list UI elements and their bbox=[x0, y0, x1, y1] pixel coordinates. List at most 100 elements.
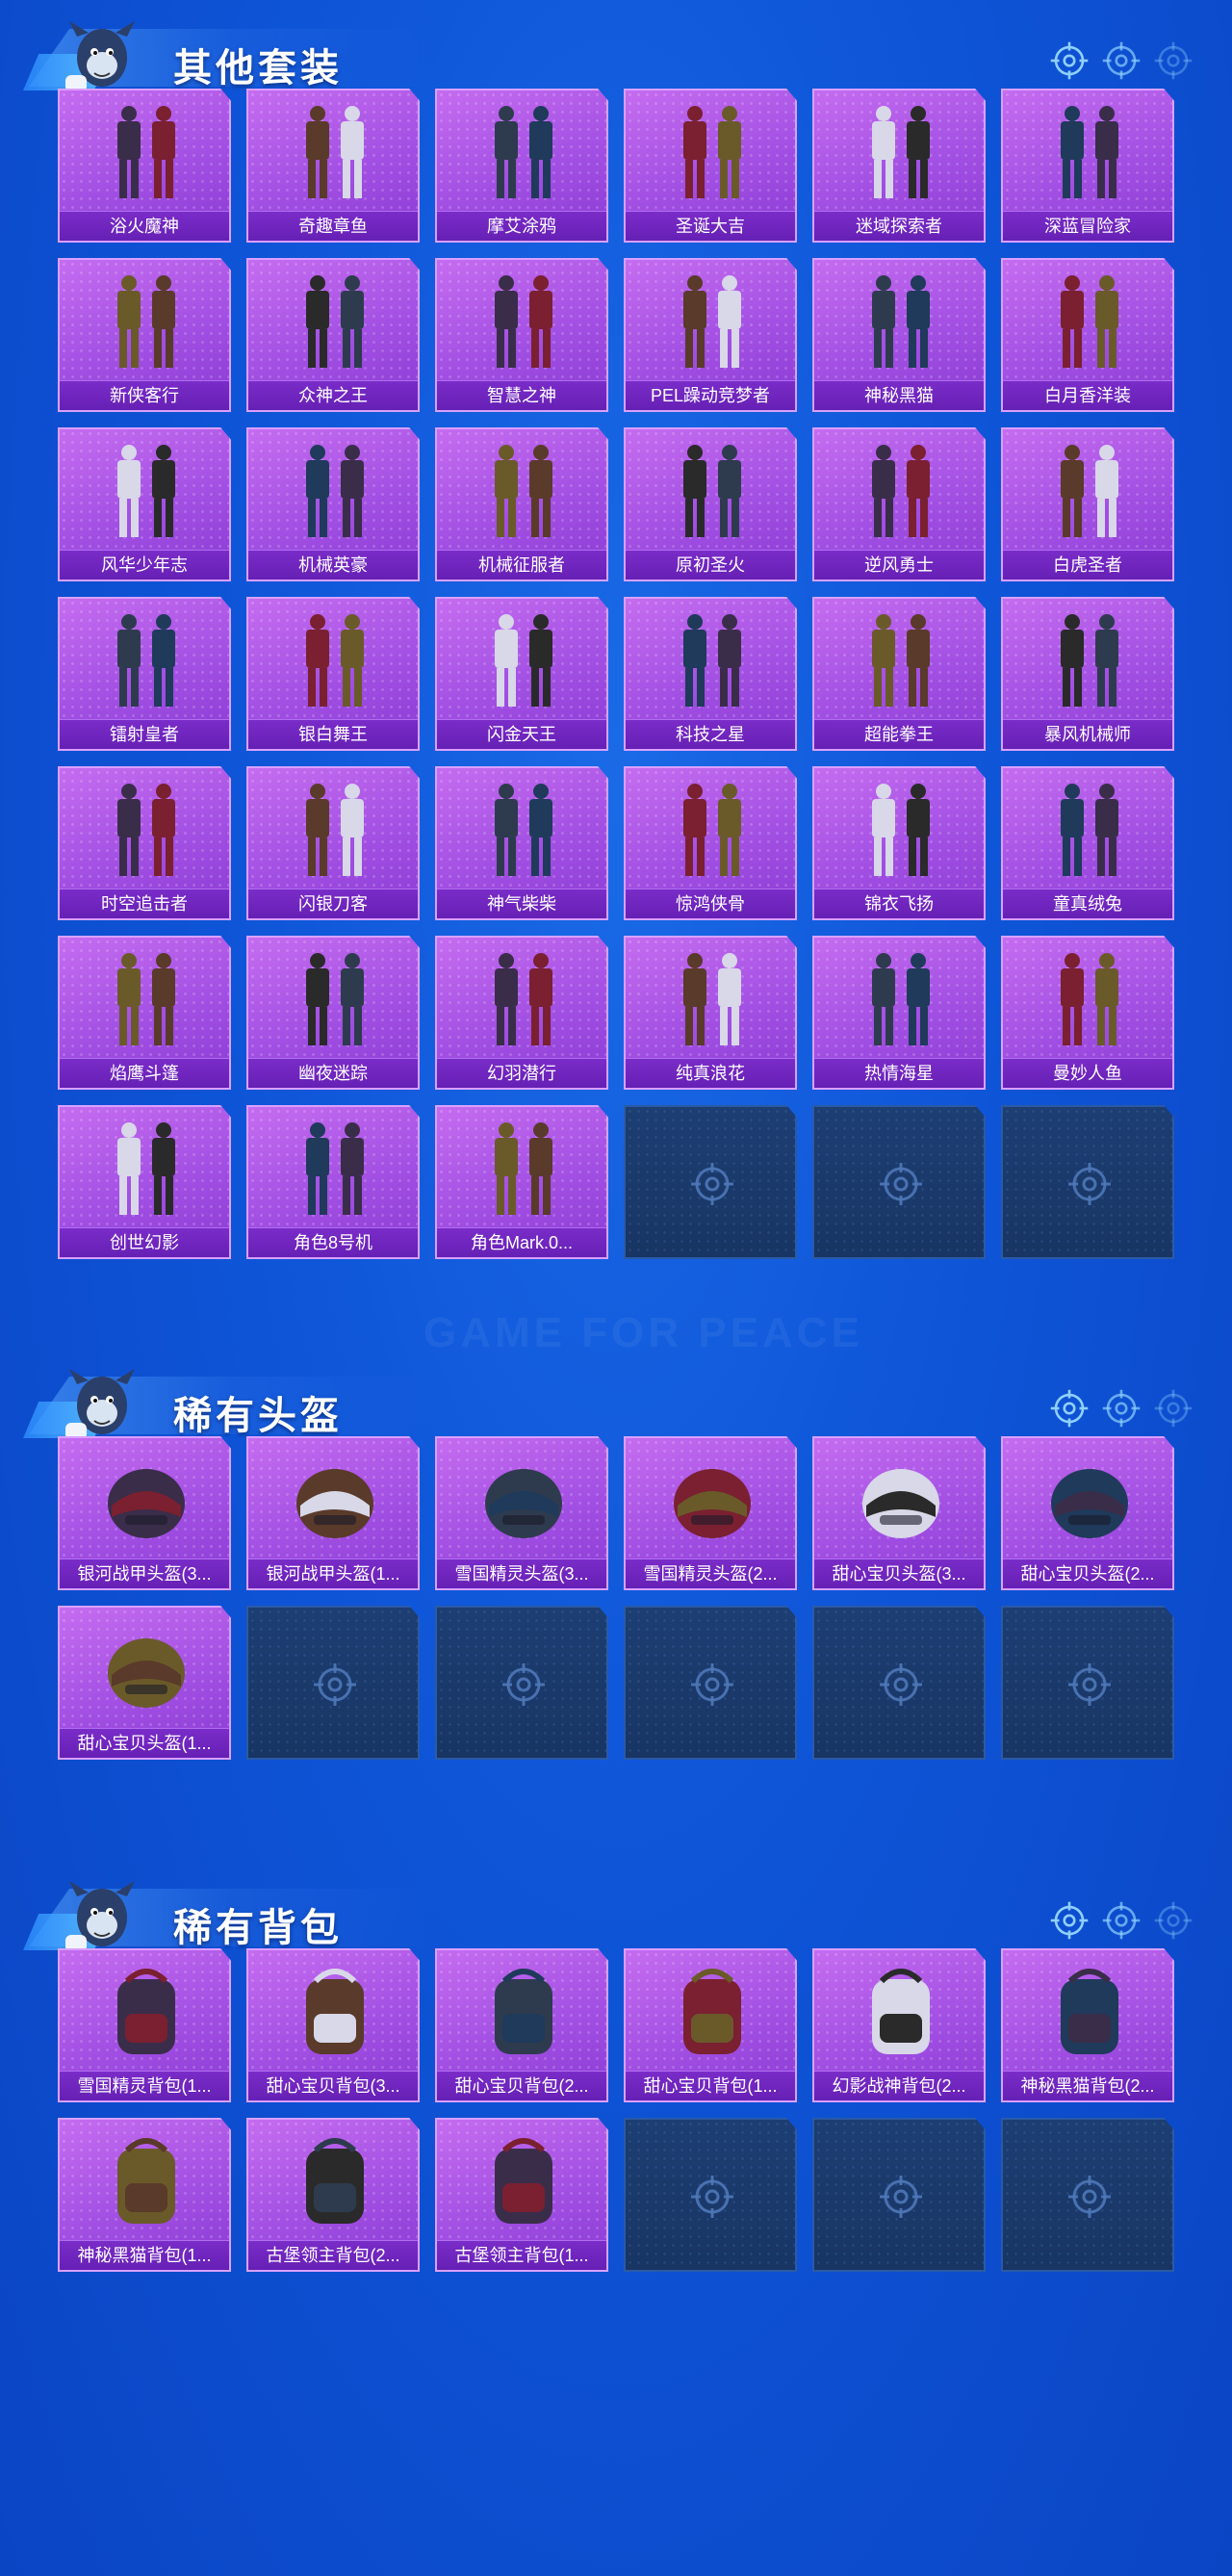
item-card[interactable]: 幽夜迷踪 bbox=[246, 936, 420, 1090]
item-card[interactable]: 神气柴柴 bbox=[435, 766, 608, 920]
item-card[interactable]: 镭射皇者 bbox=[58, 597, 231, 751]
item-card[interactable]: 白月香洋装 bbox=[1001, 258, 1174, 412]
item-card[interactable]: 角色Mark.0... bbox=[435, 1105, 608, 1259]
crosshair-icons bbox=[1049, 40, 1194, 81]
item-image bbox=[277, 1117, 393, 1221]
crosshair-icon bbox=[1101, 1388, 1142, 1429]
item-label: 甜心宝贝头盔(1... bbox=[60, 1728, 229, 1758]
crosshair-icon bbox=[1066, 1161, 1113, 1207]
item-card[interactable]: 童真绒兔 bbox=[1001, 766, 1174, 920]
crosshair-icon bbox=[1153, 1388, 1194, 1429]
item-label: 深蓝冒险家 bbox=[1003, 211, 1172, 241]
item-card[interactable]: 古堡领主背包(1... bbox=[435, 2118, 608, 2272]
empty-slot bbox=[1001, 2118, 1174, 2272]
item-card[interactable]: 神秘黑猫背包(2... bbox=[1001, 1948, 1174, 2102]
item-image bbox=[277, 1960, 393, 2064]
item-card[interactable]: 甜心宝贝头盔(1... bbox=[58, 1606, 231, 1760]
crosshair-icon bbox=[1101, 40, 1142, 81]
item-card[interactable]: 深蓝冒险家 bbox=[1001, 89, 1174, 243]
item-card[interactable]: 甜心宝贝背包(1... bbox=[624, 1948, 797, 2102]
crosshair-icon bbox=[1066, 1662, 1113, 1708]
item-card[interactable]: 神秘黑猫 bbox=[812, 258, 986, 412]
item-image bbox=[466, 2129, 581, 2233]
item-card[interactable]: 白虎圣者 bbox=[1001, 427, 1174, 581]
item-image bbox=[654, 439, 770, 543]
item-image bbox=[277, 270, 393, 374]
item-card[interactable]: 甜心宝贝头盔(3... bbox=[812, 1436, 986, 1590]
item-card[interactable]: 新侠客行 bbox=[58, 258, 231, 412]
empty-slot bbox=[812, 1606, 986, 1760]
crosshair-icon bbox=[1049, 1900, 1090, 1941]
item-label: 众神之王 bbox=[248, 380, 418, 410]
item-card[interactable]: 圣诞大吉 bbox=[624, 89, 797, 243]
item-card[interactable]: 甜心宝贝背包(2... bbox=[435, 1948, 608, 2102]
section-title: 稀有头盔 bbox=[173, 1395, 343, 1437]
crosshair-icon bbox=[500, 1662, 547, 1708]
item-label: 雪国精灵背包(1... bbox=[60, 2071, 229, 2100]
item-image bbox=[843, 778, 959, 882]
item-card[interactable]: 幻羽潜行 bbox=[435, 936, 608, 1090]
item-card[interactable]: 机械英豪 bbox=[246, 427, 420, 581]
item-card[interactable]: 甜心宝贝头盔(2... bbox=[1001, 1436, 1174, 1590]
item-card[interactable]: 奇趣章鱼 bbox=[246, 89, 420, 243]
item-card[interactable]: 雪国精灵头盔(2... bbox=[624, 1436, 797, 1590]
item-label: 神气柴柴 bbox=[437, 889, 606, 918]
item-card[interactable]: 雪国精灵背包(1... bbox=[58, 1948, 231, 2102]
item-card[interactable]: 科技之星 bbox=[624, 597, 797, 751]
item-card[interactable]: 暴风机械师 bbox=[1001, 597, 1174, 751]
item-label: 机械征服者 bbox=[437, 550, 606, 580]
item-label: 奇趣章鱼 bbox=[248, 211, 418, 241]
item-label: 热情海星 bbox=[814, 1058, 984, 1088]
item-card[interactable]: 迷域探索者 bbox=[812, 89, 986, 243]
item-label: 银白舞王 bbox=[248, 719, 418, 749]
item-image bbox=[89, 778, 204, 882]
item-card[interactable]: 角色8号机 bbox=[246, 1105, 420, 1259]
item-card[interactable]: 闪银刀客 bbox=[246, 766, 420, 920]
item-card[interactable]: 热情海星 bbox=[812, 936, 986, 1090]
item-image bbox=[89, 1617, 204, 1721]
item-image bbox=[89, 1448, 204, 1552]
item-image bbox=[277, 778, 393, 882]
item-card[interactable]: 银河战甲头盔(3... bbox=[58, 1436, 231, 1590]
item-card[interactable]: 幻影战神背包(2... bbox=[812, 1948, 986, 2102]
item-card[interactable]: 锦衣飞扬 bbox=[812, 766, 986, 920]
item-card[interactable]: 甜心宝贝背包(3... bbox=[246, 1948, 420, 2102]
item-card[interactable]: 银白舞王 bbox=[246, 597, 420, 751]
item-card[interactable]: 纯真浪花 bbox=[624, 936, 797, 1090]
crosshair-icon bbox=[878, 2174, 924, 2220]
item-card[interactable]: 时空追击者 bbox=[58, 766, 231, 920]
item-card[interactable]: 浴火魔神 bbox=[58, 89, 231, 243]
item-card[interactable]: 雪国精灵头盔(3... bbox=[435, 1436, 608, 1590]
item-card[interactable]: 摩艾涂鸦 bbox=[435, 89, 608, 243]
section-2: 稀有头盔 银河战甲头盔(3... 银河战甲头盔(1... 雪国精灵头盔(3... 雪国精… bbox=[0, 1348, 1232, 1760]
item-label: 新侠客行 bbox=[60, 380, 229, 410]
item-card[interactable]: 银河战甲头盔(1... bbox=[246, 1436, 420, 1590]
item-label: 角色8号机 bbox=[248, 1227, 418, 1257]
item-card[interactable]: 风华少年志 bbox=[58, 427, 231, 581]
item-image bbox=[466, 270, 581, 374]
item-label: 甜心宝贝头盔(2... bbox=[1003, 1558, 1172, 1588]
item-card[interactable]: PEL躁动竞梦者 bbox=[624, 258, 797, 412]
item-card[interactable]: 逆风勇士 bbox=[812, 427, 986, 581]
item-card[interactable]: 众神之王 bbox=[246, 258, 420, 412]
item-card[interactable]: 神秘黑猫背包(1... bbox=[58, 2118, 231, 2272]
item-card[interactable]: 惊鸿侠骨 bbox=[624, 766, 797, 920]
item-card[interactable]: 焰鹰斗篷 bbox=[58, 936, 231, 1090]
item-card[interactable]: 古堡领主背包(2... bbox=[246, 2118, 420, 2272]
item-card[interactable]: 创世幻影 bbox=[58, 1105, 231, 1259]
item-label: 甜心宝贝背包(2... bbox=[437, 2071, 606, 2100]
item-card[interactable]: 原初圣火 bbox=[624, 427, 797, 581]
item-label: 超能拳王 bbox=[814, 719, 984, 749]
crosshair-icon bbox=[1049, 1388, 1090, 1429]
crosshair-icon bbox=[312, 1662, 358, 1708]
item-card[interactable]: 智慧之神 bbox=[435, 258, 608, 412]
item-label: 暴风机械师 bbox=[1003, 719, 1172, 749]
item-image bbox=[1032, 270, 1147, 374]
item-card[interactable]: 闪金天王 bbox=[435, 597, 608, 751]
item-card[interactable]: 机械征服者 bbox=[435, 427, 608, 581]
section-title: 稀有背包 bbox=[173, 1907, 343, 1949]
item-card[interactable]: 曼妙人鱼 bbox=[1001, 936, 1174, 1090]
item-card[interactable]: 超能拳王 bbox=[812, 597, 986, 751]
item-image bbox=[466, 1117, 581, 1221]
item-image bbox=[843, 100, 959, 204]
